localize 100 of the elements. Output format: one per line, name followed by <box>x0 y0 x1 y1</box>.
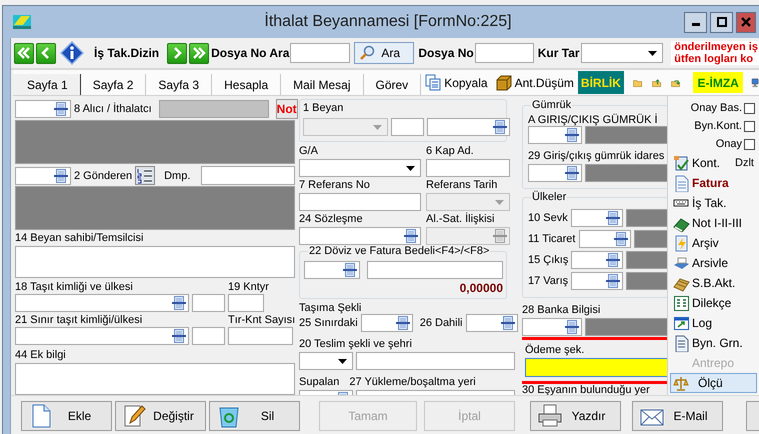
list-icon[interactable] <box>564 127 580 143</box>
box-icon <box>496 74 512 90</box>
action-button[interactable]: E-Mail <box>632 401 723 431</box>
sidebar-item[interactable]: Byn. Grn. <box>670 333 746 353</box>
field-label: Kur Tar <box>538 46 580 60</box>
checkbox[interactable] <box>744 120 755 132</box>
input-field[interactable] <box>391 118 424 136</box>
sidebar-item[interactable]: Kont. <box>670 153 724 173</box>
display-field <box>626 272 668 290</box>
checkbox-label: Onay <box>716 138 742 150</box>
list-icon[interactable] <box>171 328 187 344</box>
dropdown[interactable] <box>299 352 353 370</box>
sidebar-item[interactable]: Dzlt <box>732 157 757 169</box>
group-label: Ülkeler <box>531 191 568 203</box>
lookup-field[interactable] <box>522 318 582 336</box>
search-button[interactable]: Ara <box>354 42 414 64</box>
lookup-field[interactable] <box>571 251 624 269</box>
group-label: 1 Beyan <box>303 102 344 114</box>
input-field[interactable] <box>525 358 668 377</box>
tab[interactable]: Sayfa 1 <box>13 74 81 95</box>
lookup-field[interactable] <box>304 261 360 279</box>
lookup-field[interactable] <box>15 166 71 184</box>
field-label: G/A <box>299 145 319 157</box>
input-field[interactable] <box>192 294 225 312</box>
checkbox[interactable] <box>744 102 755 114</box>
field-label: 28 Banka Bilgisi <box>522 304 602 316</box>
first-button[interactable] <box>14 42 34 64</box>
lookup-field[interactable] <box>570 209 623 227</box>
lookup-field[interactable] <box>528 126 582 144</box>
lookup-field[interactable] <box>15 294 189 312</box>
input-field[interactable] <box>228 294 264 312</box>
list-icon[interactable] <box>342 262 358 278</box>
last-button[interactable] <box>189 42 210 64</box>
field-label: Ödeme şek. <box>525 344 586 356</box>
e-signature-button[interactable]: E-İMZA <box>693 72 743 93</box>
copy-button[interactable]: Kopyala <box>421 70 492 95</box>
action-button[interactable]: Yazdır <box>530 401 621 431</box>
checkbox[interactable] <box>744 138 755 150</box>
field-label: 21 Sınır taşıt kimliği/ülkesi <box>15 314 144 326</box>
lightning-document-icon <box>673 234 690 252</box>
lookup-field[interactable] <box>15 327 189 345</box>
list-icon[interactable] <box>605 252 622 268</box>
sidebar-item[interactable]: İş Tak. <box>670 193 730 213</box>
input-field[interactable] <box>426 159 510 177</box>
list-icon[interactable] <box>403 228 419 244</box>
lookup-field[interactable] <box>571 272 624 290</box>
list-icon[interactable] <box>612 231 628 247</box>
next-button[interactable] <box>167 42 188 64</box>
input-field[interactable] <box>201 166 295 185</box>
toolbar-label: İş Tak.Dizin <box>94 46 160 60</box>
action-button[interactable]: Ekle <box>21 401 112 431</box>
lookup-field[interactable] <box>426 227 510 245</box>
input-field[interactable] <box>367 261 503 279</box>
previous-button[interactable] <box>36 42 56 64</box>
action-button[interactable]: Değiştir <box>115 401 206 431</box>
input-field[interactable] <box>356 352 515 370</box>
total-amount: 0,00000 <box>458 281 503 295</box>
list-icon[interactable] <box>53 101 69 117</box>
list-icon[interactable] <box>394 315 411 331</box>
sidebar-item[interactable]: Arşiv <box>670 233 722 253</box>
lookup-field[interactable] <box>427 118 510 136</box>
maximize-button[interactable] <box>710 12 733 32</box>
note-button[interactable]: Not <box>276 99 298 119</box>
sidebar-item[interactable]: Fatura <box>670 173 732 193</box>
input-field[interactable] <box>299 193 421 211</box>
sidebar-item[interactable]: Arsivle <box>670 253 732 273</box>
close-icon <box>741 17 751 27</box>
list-icon[interactable] <box>564 319 580 335</box>
sidebar-item[interactable]: Not I-II-III <box>670 213 746 233</box>
input-field[interactable] <box>228 327 293 345</box>
lookup-field[interactable] <box>528 164 582 182</box>
lookup-field[interactable] <box>299 227 421 245</box>
action-button[interactable]: Sil <box>209 401 300 431</box>
lookup-field[interactable] <box>578 230 630 248</box>
close-button[interactable] <box>736 12 756 32</box>
sidebar-item[interactable]: S.B.Akt. <box>670 273 738 293</box>
list-icon[interactable] <box>53 168 69 184</box>
minimize-button[interactable] <box>684 12 707 32</box>
sidebar-item[interactable]: Ölçü <box>670 373 757 393</box>
sidebar-item[interactable]: Log <box>670 313 716 333</box>
group-label: 22 Döviz ve Fatura Bedeli<F4>/<F8> <box>308 245 490 257</box>
field-label: 7 Referans No <box>299 179 371 191</box>
lookup-field[interactable] <box>15 100 71 118</box>
info-icon[interactable] <box>60 41 84 65</box>
input-field[interactable] <box>474 43 534 63</box>
list-icon[interactable] <box>492 119 508 135</box>
input-field[interactable] <box>290 43 350 63</box>
input-field[interactable] <box>192 327 225 345</box>
numbered-list-icon[interactable] <box>135 166 156 185</box>
field-label: 17 Varış <box>528 275 568 287</box>
list-icon[interactable] <box>500 315 516 331</box>
birlik-button[interactable]: BİRLİK <box>578 71 624 94</box>
lookup-field[interactable] <box>360 314 413 332</box>
sidebar-item[interactable]: Dilekçe <box>670 293 734 313</box>
list-icon[interactable] <box>604 210 621 226</box>
list-icon[interactable] <box>564 165 580 181</box>
list-icon[interactable] <box>605 273 622 289</box>
lookup-field[interactable] <box>466 314 518 332</box>
toolbar-button[interactable]: Ant.Düşüm <box>492 70 578 95</box>
list-icon[interactable] <box>171 295 187 311</box>
